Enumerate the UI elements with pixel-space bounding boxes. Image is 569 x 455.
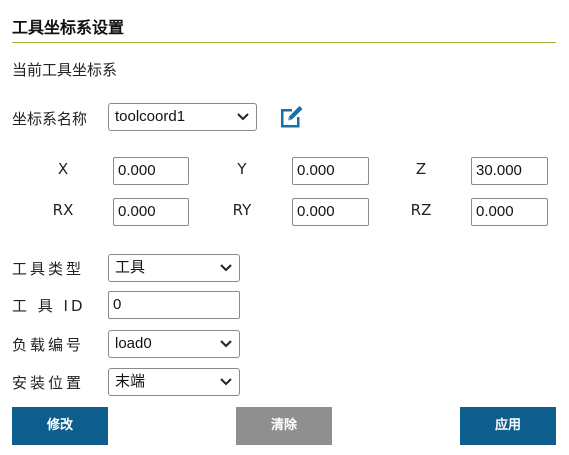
rz-label: RZ bbox=[410, 201, 432, 219]
rx-input[interactable]: 0.000 bbox=[113, 198, 189, 226]
install-pos-label: 安装位置 bbox=[12, 374, 85, 392]
install-pos-value: 末端 bbox=[115, 373, 146, 390]
z-label: Z bbox=[415, 160, 427, 178]
modify-button[interactable]: 修改 bbox=[12, 407, 108, 445]
chevron-down-icon bbox=[220, 340, 232, 348]
tool-type-select[interactable]: 工具 bbox=[108, 254, 240, 282]
load-no-select[interactable]: load0 bbox=[108, 330, 240, 358]
y-label: Y bbox=[237, 160, 247, 178]
ry-label: RY bbox=[232, 201, 252, 219]
title-divider bbox=[12, 42, 556, 43]
load-no-value: load0 bbox=[115, 335, 152, 352]
chevron-down-icon bbox=[220, 264, 232, 272]
load-no-label: 负载编号 bbox=[12, 336, 85, 354]
coord-name-value: toolcoord1 bbox=[115, 108, 186, 125]
section-subtitle: 当前工具坐标系 bbox=[12, 61, 118, 79]
ry-input[interactable]: 0.000 bbox=[292, 198, 369, 226]
coord-name-label: 坐标系名称 bbox=[12, 110, 88, 128]
coord-name-select[interactable]: toolcoord1 bbox=[108, 103, 257, 131]
rx-label: RX bbox=[52, 201, 74, 219]
x-label: X bbox=[57, 160, 69, 178]
tool-type-label: 工具类型 bbox=[12, 260, 85, 278]
y-input[interactable]: 0.000 bbox=[292, 157, 369, 185]
tool-id-input[interactable]: 0 bbox=[108, 291, 240, 319]
tool-type-value: 工具 bbox=[115, 259, 146, 276]
chevron-down-icon bbox=[237, 113, 249, 121]
z-input[interactable]: 30.000 bbox=[471, 157, 548, 185]
tool-id-label: 工 具 ID bbox=[12, 297, 86, 315]
apply-button[interactable]: 应用 bbox=[460, 407, 556, 445]
rz-input[interactable]: 0.000 bbox=[471, 198, 548, 226]
page-title: 工具坐标系设置 bbox=[12, 18, 125, 37]
edit-icon[interactable] bbox=[277, 103, 305, 131]
chevron-down-icon bbox=[220, 378, 232, 386]
install-pos-select[interactable]: 末端 bbox=[108, 368, 240, 396]
x-input[interactable]: 0.000 bbox=[113, 157, 189, 185]
clear-button[interactable]: 清除 bbox=[236, 407, 332, 445]
